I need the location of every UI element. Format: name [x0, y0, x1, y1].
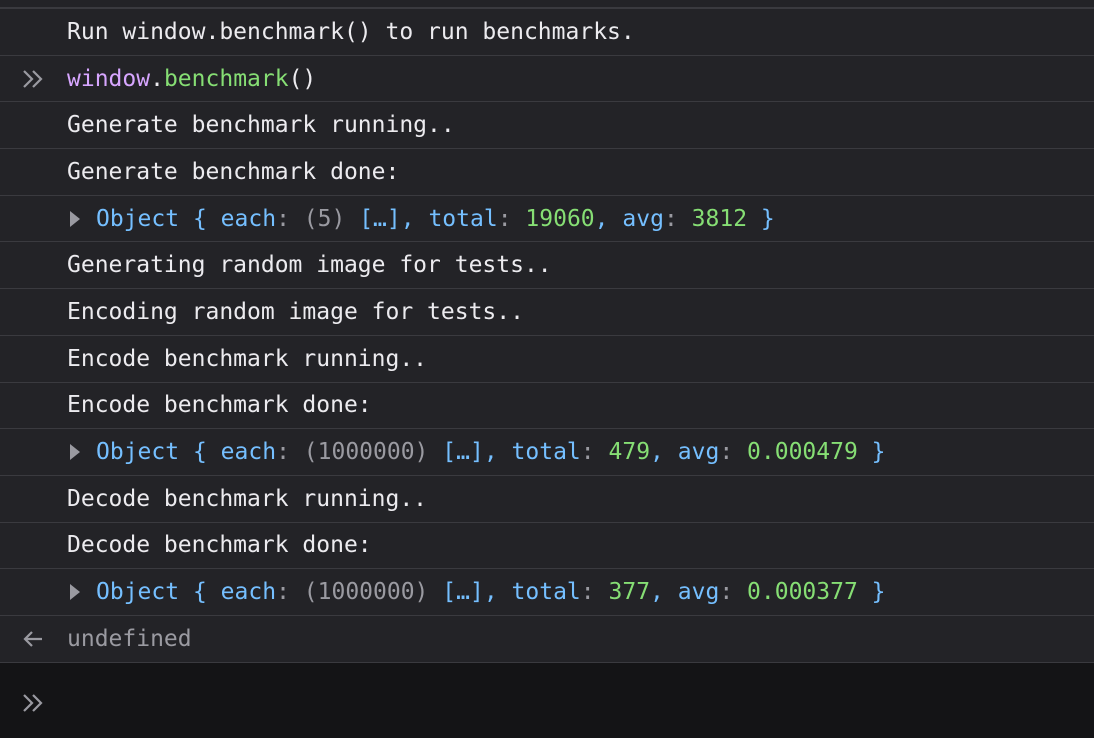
browser-console: Run window.benchmark() to run benchmarks…	[0, 0, 1094, 738]
object-comma: ,	[650, 579, 664, 606]
object-row[interactable]: Object { each: (5) […], total: 19060, av…	[0, 196, 1094, 243]
object-comma: ,	[483, 439, 498, 466]
object-value-avg: 0.000377	[747, 579, 858, 606]
log-message: Generating random image for tests..	[67, 252, 552, 279]
array-length: (5)	[303, 205, 346, 232]
object-row[interactable]: Object { each: (1000000) […], total: 377…	[0, 569, 1094, 616]
object-colon: :	[663, 205, 678, 232]
log-row: Decode benchmark running..	[0, 476, 1094, 523]
log-message: Decode benchmark running..	[67, 485, 428, 512]
object-brace-close: }	[871, 439, 886, 466]
object-comma: ,	[483, 579, 498, 606]
log-row: Generating random image for tests..	[0, 242, 1094, 290]
object-key-each: each	[220, 205, 277, 232]
chevron-double-right-icon	[20, 690, 46, 716]
object-value-avg: 3812	[691, 205, 748, 232]
log-row: Encoding random image for tests..	[0, 289, 1094, 336]
object-colon: :	[719, 579, 734, 606]
object-value-total: 479	[608, 439, 651, 466]
command-row[interactable]: window. benchmark()	[0, 56, 1094, 103]
log-message: Generate benchmark done:	[67, 158, 400, 185]
object-colon: :	[276, 579, 290, 606]
chevron-double-right-icon	[20, 66, 46, 92]
command-parens: ()	[288, 65, 317, 92]
object-value-avg: 0.000479	[747, 439, 858, 466]
object-key-each: each	[220, 579, 277, 606]
array-length: (1000000)	[303, 579, 429, 606]
log-message: Run window.benchmark() to run benchmarks…	[67, 18, 635, 45]
command-object: window	[67, 65, 151, 92]
object-key-avg: avg	[677, 579, 720, 606]
log-row: Generate benchmark done:	[0, 149, 1094, 196]
object-brace-open: {	[192, 439, 207, 466]
expand-triangle-icon[interactable]	[70, 584, 80, 601]
object-row[interactable]: Object { each: (1000000) […], total: 479…	[0, 429, 1094, 476]
object-comma: ,	[400, 205, 415, 232]
log-row: Generate benchmark running..	[0, 102, 1094, 150]
object-brace-close: }	[760, 205, 775, 232]
object-key-total: total	[428, 205, 498, 232]
object-brace-open: {	[192, 579, 207, 606]
log-row: Run window.benchmark() to run benchmarks…	[0, 9, 1094, 56]
object-colon: :	[719, 439, 734, 466]
object-brace-open: {	[192, 205, 207, 232]
object-colon: :	[497, 205, 512, 232]
log-row: Encode benchmark done:	[0, 383, 1094, 430]
array-preview[interactable]: […]	[442, 579, 484, 605]
console-input[interactable]	[0, 663, 1094, 738]
result-value: undefined	[67, 625, 192, 652]
top-edge	[0, 0, 1094, 9]
command-function: benchmark	[163, 65, 289, 92]
log-message: Decode benchmark done:	[67, 532, 372, 559]
object-colon: :	[580, 439, 595, 466]
array-preview[interactable]: […]	[359, 206, 401, 232]
object-comma: ,	[650, 439, 664, 466]
arrow-left-icon	[20, 626, 46, 652]
log-row: Decode benchmark done:	[0, 523, 1094, 570]
expand-triangle-icon[interactable]	[70, 210, 80, 227]
object-key-avg: avg	[677, 439, 720, 466]
log-message: Generate benchmark running..	[67, 112, 455, 139]
object-colon: :	[276, 439, 290, 466]
result-row: undefined	[0, 616, 1094, 663]
log-row: Encode benchmark running..	[0, 336, 1094, 383]
object-key-total: total	[511, 579, 581, 606]
object-name[interactable]: Object	[96, 206, 179, 232]
command-dot: .	[150, 65, 164, 92]
object-key-each: each	[220, 439, 277, 466]
object-colon: :	[580, 579, 595, 606]
object-brace-close: }	[871, 579, 886, 606]
expand-triangle-icon[interactable]	[70, 444, 80, 461]
array-preview[interactable]: […]	[442, 439, 484, 465]
object-name[interactable]: Object	[96, 439, 179, 465]
object-value-total: 377	[608, 579, 651, 606]
log-message: Encode benchmark running..	[67, 345, 428, 372]
object-key-avg: avg	[622, 205, 664, 232]
array-length: (1000000)	[303, 439, 429, 466]
log-message: Encode benchmark done:	[67, 392, 372, 419]
object-value-total: 19060	[525, 205, 595, 232]
object-comma: ,	[594, 205, 609, 232]
object-name[interactable]: Object	[96, 579, 179, 605]
object-colon: :	[276, 205, 290, 232]
object-key-total: total	[511, 439, 581, 466]
log-message: Encoding random image for tests..	[67, 298, 524, 325]
